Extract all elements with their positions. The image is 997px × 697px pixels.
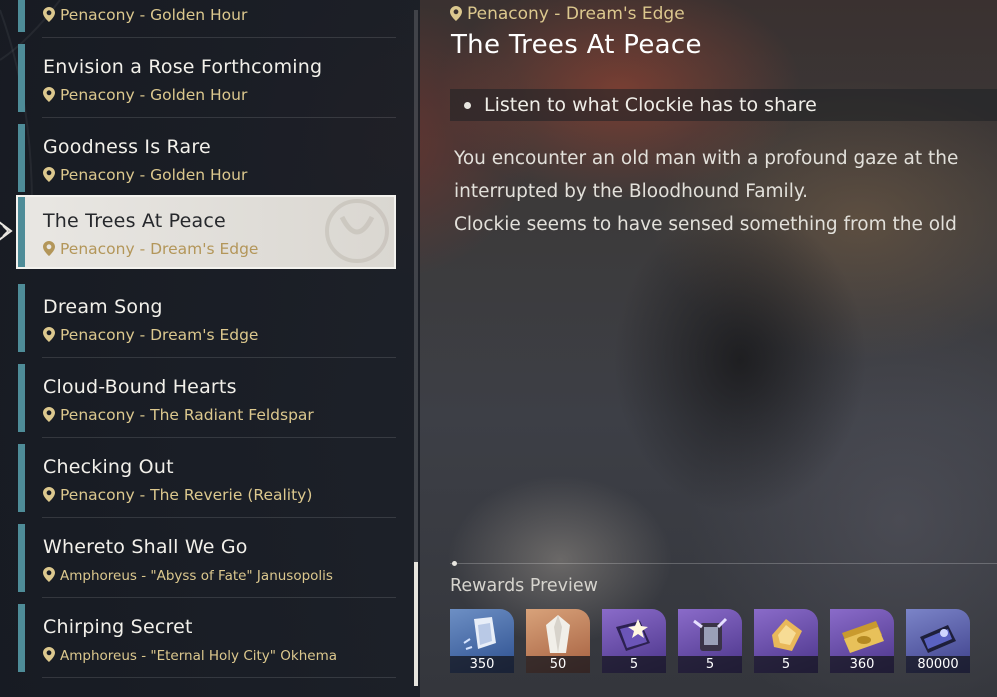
divider-dot-icon — [452, 561, 457, 566]
quest-item[interactable]: Cloud-Bound Hearts Penacony - The Radian… — [18, 362, 396, 438]
quest-title: Dream Song — [43, 296, 163, 318]
quest-location: Amphoreus - "Eternal Holy City" Okhema — [43, 647, 337, 664]
quest-accent-bar — [18, 444, 25, 512]
quest-location: Penacony - The Radiant Feldspar — [43, 406, 314, 424]
quest-location-text: Amphoreus - "Eternal Holy City" Okhema — [60, 648, 338, 664]
quest-location: Penacony - Golden Hour — [43, 6, 247, 24]
quest-title: Goodness Is Rare — [43, 136, 211, 158]
reward-item[interactable]: 360 — [830, 609, 894, 673]
quest-accent-bar — [18, 604, 25, 672]
quest-location: Penacony - The Reverie (Reality) — [43, 486, 312, 504]
reward-count: 5 — [754, 656, 818, 673]
location-pin-icon — [43, 487, 55, 502]
location-pin-icon — [43, 407, 55, 422]
quest-location-text: Penacony - The Reverie (Reality) — [60, 486, 313, 504]
reward-item[interactable]: 5 — [754, 609, 818, 673]
objective-text: Listen to what Clockie has to share — [484, 94, 817, 116]
faction-emblem-icon — [325, 199, 389, 263]
location-pin-icon — [43, 567, 55, 582]
rewards-label: Rewards Preview — [450, 576, 598, 596]
quest-location-text: Penacony - Golden Hour — [60, 166, 248, 184]
quest-accent-bar — [18, 364, 25, 432]
quest-location-text: Penacony - Dream's Edge — [60, 240, 259, 258]
quest-divider — [42, 117, 396, 118]
quest-item[interactable]: Goodness Is Rare Penacony - Golden Hour — [18, 122, 396, 198]
reward-count: 50 — [526, 656, 590, 673]
reward-count: 80000 — [906, 656, 970, 673]
location-pin-icon — [43, 87, 55, 102]
quest-divider — [42, 597, 396, 598]
quest-item[interactable]: Chirping Secret Amphoreus - "Eternal Hol… — [18, 602, 396, 678]
location-pin-icon — [43, 7, 55, 22]
quest-divider — [42, 437, 396, 438]
quest-title: Chirping Secret — [43, 616, 193, 638]
quest-location-text: Penacony - The Radiant Feldspar — [60, 406, 314, 424]
quest-location-text: Penacony - Dream's Edge — [60, 326, 259, 344]
location-pin-icon — [450, 6, 462, 21]
quest-location: Penacony - Dream's Edge — [43, 240, 258, 258]
location-pin-icon — [43, 327, 55, 342]
quest-item[interactable]: Checking Out Penacony - The Reverie (Rea… — [18, 442, 396, 518]
reward-item[interactable]: 350 — [450, 609, 514, 673]
crystal-icon — [546, 615, 570, 653]
objective-bullet-icon — [464, 102, 471, 109]
selection-arrow-icon — [0, 221, 13, 241]
quest-divider — [42, 517, 396, 518]
quest-accent-bar — [18, 0, 25, 32]
purple-book-icon — [616, 619, 650, 651]
quest-detail-panel: Penacony - Dream's Edge The Trees At Pea… — [450, 0, 997, 697]
refine-material-icon — [693, 617, 728, 651]
quest-title: Whereto Shall We Go — [43, 536, 248, 558]
location-pin-icon — [43, 167, 55, 182]
quest-divider — [42, 357, 396, 358]
description-line: Clockie seems to have sensed something f… — [454, 214, 957, 235]
location-pin-icon — [43, 647, 55, 662]
quest-accent-bar — [18, 284, 25, 352]
reward-count: 5 — [678, 656, 742, 673]
reward-item[interactable]: 5 — [602, 609, 666, 673]
reward-count: 350 — [450, 656, 514, 673]
quest-title: Cloud-Bound Hearts — [43, 376, 237, 398]
reward-item[interactable]: 5 — [678, 609, 742, 673]
reward-item[interactable]: 50 — [526, 609, 590, 673]
quest-location-text: Penacony - Golden Hour — [60, 86, 248, 104]
quest-item[interactable]: Penacony - Golden Hour — [18, 0, 396, 38]
quest-location-text: Amphoreus - "Abyss of Fate" Janusopolis — [60, 568, 333, 584]
quest-location: Penacony - Dream's Edge — [43, 326, 258, 344]
location-pin-icon — [43, 241, 55, 256]
reward-count: 5 — [602, 656, 666, 673]
reward-item[interactable]: 80000 — [906, 609, 970, 673]
quest-title: Checking Out — [43, 456, 174, 478]
quest-item[interactable]: Dream Song Penacony - Dream's Edge — [18, 282, 396, 358]
quest-item[interactable]: Envision a Rose Forthcoming Penacony - G… — [18, 42, 396, 118]
quest-accent-bar — [18, 197, 25, 267]
quest-location-text: Penacony - Golden Hour — [60, 6, 248, 24]
quest-location: Amphoreus - "Abyss of Fate" Janusopolis — [43, 567, 333, 584]
quest-accent-bar — [18, 124, 25, 192]
description-line: You encounter an old man with a profound… — [454, 148, 959, 169]
quest-title: Envision a Rose Forthcoming — [43, 56, 323, 78]
quest-divider — [42, 677, 396, 678]
quest-description: You encounter an old man with a profound… — [454, 142, 958, 241]
description-line: interrupted by the Bloodhound Family. — [454, 181, 809, 202]
credits-icon — [842, 621, 884, 653]
quest-accent-bar — [18, 44, 25, 112]
detail-location: Penacony - Dream's Edge — [450, 4, 685, 24]
quest-location: Penacony - Golden Hour — [43, 86, 247, 104]
gold-material-icon — [772, 619, 802, 651]
stellar-jade-icon — [463, 617, 496, 650]
detail-location-text: Penacony - Dream's Edge — [467, 4, 685, 24]
scrollbar-thumb[interactable] — [414, 562, 418, 686]
exp-material-icon — [920, 625, 956, 653]
reward-count: 360 — [830, 656, 894, 673]
quest-title: The Trees At Peace — [43, 210, 226, 232]
detail-title: The Trees At Peace — [451, 30, 702, 60]
quest-item[interactable]: Whereto Shall We Go Amphoreus - "Abyss o… — [18, 522, 396, 598]
quest-accent-bar — [18, 524, 25, 592]
quest-location: Penacony - Golden Hour — [43, 166, 247, 184]
quest-objective: Listen to what Clockie has to share — [450, 89, 997, 121]
rewards-divider — [450, 563, 997, 564]
quest-item-selected[interactable]: The Trees At Peace Penacony - Dream's Ed… — [0, 195, 396, 269]
quest-divider — [42, 37, 396, 38]
